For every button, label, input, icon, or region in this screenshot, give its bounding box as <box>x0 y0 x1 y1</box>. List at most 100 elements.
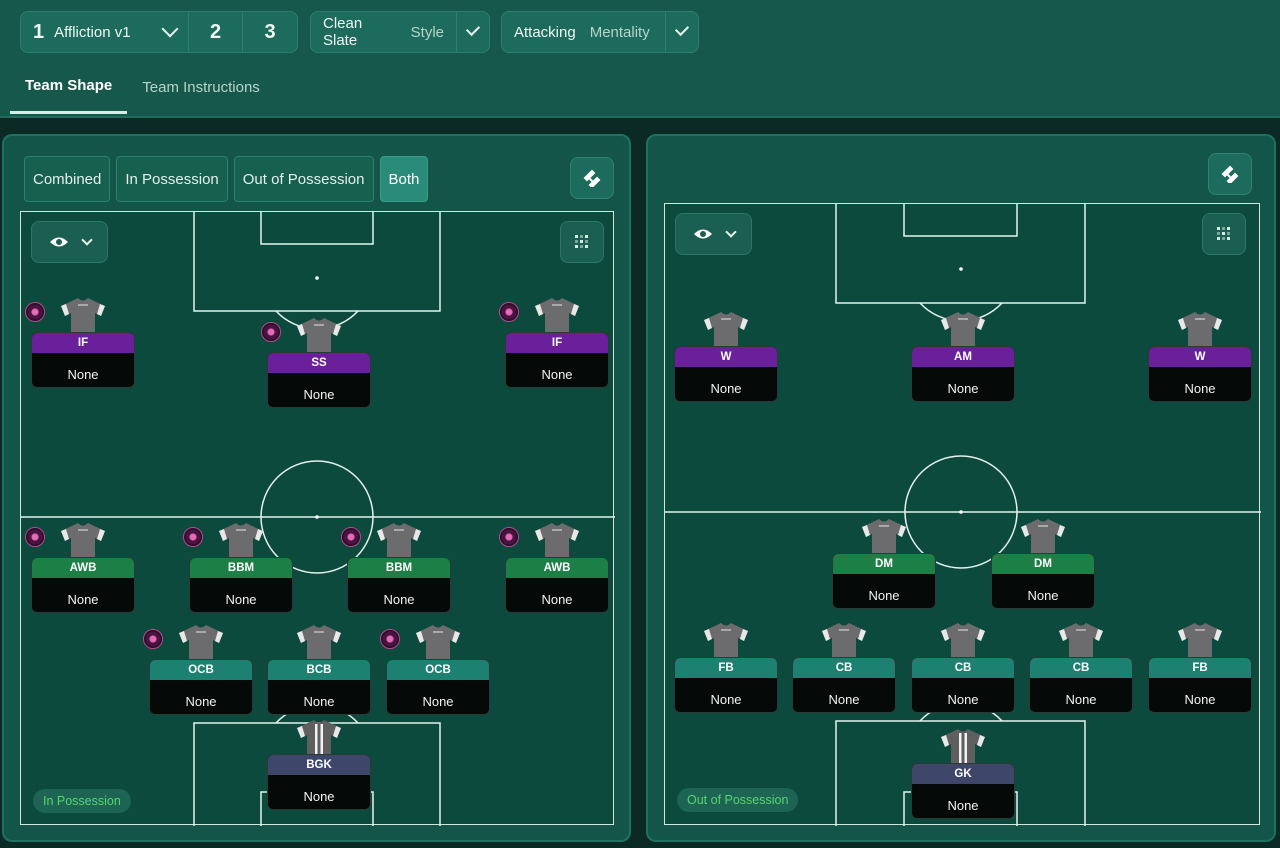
pitch-out-of-possession: W None AM None W None DM None DM None FB None … <box>664 203 1261 826</box>
player-card[interactable]: AWB None <box>31 557 135 613</box>
player-position-w[interactable]: W None <box>674 310 778 402</box>
player-instruction-dot-icon[interactable] <box>499 527 519 547</box>
player-position-cb[interactable]: CB None <box>792 621 896 713</box>
player-position-fb[interactable]: FB None <box>1148 621 1252 713</box>
player-position-w[interactable]: W None <box>1148 310 1252 402</box>
player-card[interactable]: FB None <box>1148 657 1252 713</box>
player-card[interactable]: AM None <box>911 346 1015 402</box>
player-instruction-dot-icon[interactable] <box>143 629 163 649</box>
player-assignment: None <box>541 366 573 382</box>
role-label: BBM <box>190 558 292 578</box>
tab-team-shape[interactable]: Team Shape <box>10 60 128 114</box>
player-position-cb[interactable]: CB None <box>911 621 1015 713</box>
style-value[interactable]: Clean Slate Style <box>311 12 457 52</box>
player-assignment: None <box>225 591 257 607</box>
player-position-ocb[interactable]: OCB None <box>380 623 490 715</box>
tactic-selector: 1 Affliction v1 2 3 <box>20 11 298 53</box>
role-label: AM <box>912 347 1014 367</box>
player-position-dm[interactable]: DM None <box>991 517 1095 609</box>
player-position-bbm[interactable]: BBM None <box>341 521 451 613</box>
player-position-ocb[interactable]: OCB None <box>143 623 253 715</box>
formation-grid-icon <box>1217 227 1230 240</box>
filter-in-possession[interactable]: In Possession <box>116 156 228 202</box>
player-position-if[interactable]: IF None <box>25 296 135 388</box>
player-position-if[interactable]: IF None <box>499 296 609 388</box>
filter-out-of-possession[interactable]: Out of Possession <box>233 156 374 202</box>
player-card[interactable]: OCB None <box>386 659 490 715</box>
tab-team-instructions[interactable]: Team Instructions <box>127 60 275 114</box>
player-card[interactable]: W None <box>674 346 778 402</box>
in-possession-panel: Combined In Possession Out of Possession… <box>2 134 631 842</box>
shirt-icon <box>939 727 987 767</box>
player-instruction-dot-icon[interactable] <box>25 302 45 322</box>
tactic-slot-1-dropdown[interactable]: 1 Affliction v1 <box>21 12 189 52</box>
player-card[interactable]: DM None <box>991 553 1095 609</box>
player-card[interactable]: CB None <box>911 657 1015 713</box>
player-card[interactable]: W None <box>1148 346 1252 402</box>
role-label: BBM <box>348 558 450 578</box>
player-card[interactable]: SS None <box>267 352 371 408</box>
player-card[interactable]: BCB None <box>267 659 371 715</box>
player-card[interactable]: CB None <box>1029 657 1133 713</box>
role-label: CB <box>1030 658 1132 678</box>
player-instruction-dot-icon[interactable] <box>380 629 400 649</box>
visibility-toggle[interactable] <box>675 213 752 255</box>
player-card[interactable]: AWB None <box>505 557 609 613</box>
mentality-value[interactable]: Attacking Mentality <box>502 12 666 52</box>
tactic-header: 1 Affliction v1 2 3 Clean Slate Style At… <box>0 0 1280 118</box>
swap-tactic-icon <box>1221 165 1239 183</box>
shirt-icon <box>1019 517 1067 557</box>
player-instruction-dot-icon[interactable] <box>499 302 519 322</box>
mentality-dropdown-button[interactable] <box>666 12 698 52</box>
player-position-bgk[interactable]: BGK None <box>267 718 371 810</box>
player-assignment: None <box>303 788 335 804</box>
style-dropdown-button[interactable] <box>457 12 489 52</box>
player-assignment: None <box>422 693 454 709</box>
player-card[interactable]: BBM None <box>347 557 451 613</box>
shirt-icon <box>702 621 750 661</box>
player-card[interactable]: IF None <box>505 332 609 388</box>
player-card[interactable]: BGK None <box>267 754 371 810</box>
player-position-ss[interactable]: SS None <box>261 316 371 408</box>
player-card[interactable]: BBM None <box>189 557 293 613</box>
tactic-slot-3-button[interactable]: 3 <box>243 12 297 52</box>
player-assignment: None <box>868 587 900 603</box>
player-card[interactable]: CB None <box>792 657 896 713</box>
player-position-bbm[interactable]: BBM None <box>183 521 293 613</box>
player-instruction-dot-icon[interactable] <box>341 527 361 547</box>
player-instruction-dot-icon[interactable] <box>261 322 281 342</box>
player-instruction-dot-icon[interactable] <box>183 527 203 547</box>
player-assignment: None <box>383 591 415 607</box>
role-label: CB <box>912 658 1014 678</box>
player-position-cb[interactable]: CB None <box>1029 621 1133 713</box>
player-card[interactable]: FB None <box>674 657 778 713</box>
player-position-bcb[interactable]: BCB None <box>267 623 371 715</box>
tactic-slot-number: 1 <box>33 20 45 43</box>
formation-view-button[interactable] <box>560 221 604 263</box>
player-position-fb[interactable]: FB None <box>674 621 778 713</box>
role-label: GK <box>912 764 1014 784</box>
filter-both[interactable]: Both <box>379 156 429 202</box>
filter-combined[interactable]: Combined <box>24 156 111 202</box>
player-card[interactable]: IF None <box>31 332 135 388</box>
player-position-am[interactable]: AM None <box>911 310 1015 402</box>
player-position-awb[interactable]: AWB None <box>499 521 609 613</box>
player-position-gk[interactable]: GK None <box>911 727 1015 819</box>
visibility-toggle[interactable] <box>31 221 108 263</box>
player-card[interactable]: DM None <box>832 553 936 609</box>
player-instruction-dot-icon[interactable] <box>25 527 45 547</box>
chevron-down-icon <box>161 20 179 38</box>
swap-tactic-button[interactable] <box>570 157 614 199</box>
role-label: IF <box>32 333 134 353</box>
player-position-dm[interactable]: DM None <box>832 517 936 609</box>
role-label: SS <box>268 353 370 373</box>
player-position-awb[interactable]: AWB None <box>25 521 135 613</box>
player-card[interactable]: GK None <box>911 763 1015 819</box>
shirt-icon <box>939 310 987 350</box>
shirt-icon <box>295 623 343 663</box>
player-assignment: None <box>947 691 979 707</box>
swap-tactic-button[interactable] <box>1208 153 1252 195</box>
formation-view-button[interactable] <box>1202 213 1246 255</box>
player-card[interactable]: OCB None <box>149 659 253 715</box>
tactic-slot-2-button[interactable]: 2 <box>189 12 243 52</box>
